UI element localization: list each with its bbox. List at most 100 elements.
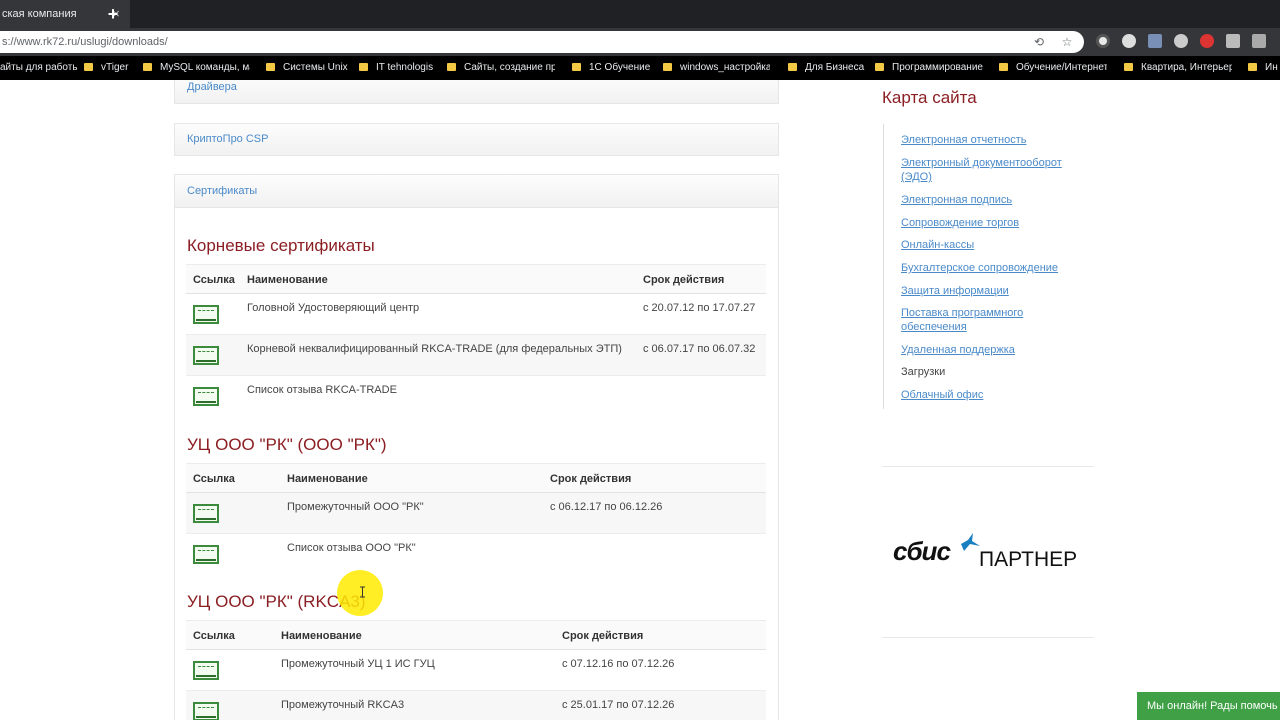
cert-name: Промежуточный RKCA3: [281, 699, 405, 711]
bookmark-item[interactable]: Обучение/Интернет: [999, 56, 1107, 80]
online-chat-button[interactable]: Мы онлайн! Рады помочь: [1137, 692, 1280, 720]
bookmark-item[interactable]: Ин: [1248, 56, 1280, 80]
sitemap-current-downloads: Загрузки: [901, 366, 946, 378]
rk-certificates-table: Ссылка Наименование Срок действия Промеж…: [186, 463, 766, 576]
url-text[interactable]: s://www.rk72.ru/uslugi/downloads/: [2, 31, 168, 53]
sidebar-divider: [882, 637, 1094, 638]
cert-name: Список отзыва RKCA-TRADE: [247, 384, 397, 396]
sbis-bird-icon: [961, 533, 980, 551]
bookmark-item[interactable]: Квартира, Интерьер: [1124, 56, 1232, 80]
bookmark-item[interactable]: Сайты, создание пр: [447, 56, 555, 80]
folder-icon: [788, 63, 797, 71]
column-header-validity: Срок действия: [562, 630, 644, 642]
bookmark-item[interactable]: IT tehnologis: [359, 56, 445, 80]
cert-validity: с 06.07.17 по 06.07.32: [643, 343, 756, 355]
column-header-name: Наименование: [247, 274, 328, 286]
table-header: Ссылка Наименование Срок действия: [186, 264, 766, 294]
certificate-icon[interactable]: [193, 387, 219, 406]
table-row: Промежуточный УЦ 1 ИС ГУЦ с 07.12.16 по …: [186, 650, 766, 691]
folder-icon: [663, 63, 672, 71]
accordion-certificates-title[interactable]: Сертификаты: [187, 185, 257, 197]
extension-icon[interactable]: [1252, 34, 1266, 48]
sbis-logo-partner: ПАРТНЕР: [979, 548, 1078, 571]
sitemap-link-accounting[interactable]: Бухгалтерское сопровождение: [901, 261, 1058, 275]
table-row: Список отзыва RKCA-TRADE: [186, 376, 766, 417]
extension-icon[interactable]: [1174, 34, 1188, 48]
browser-tab-bar: ская компания × +: [0, 0, 1280, 28]
column-header-name: Наименование: [287, 473, 368, 485]
cert-name: Промежуточный ООО "РК": [287, 501, 424, 513]
bookmark-item[interactable]: vTiger: [84, 56, 144, 80]
bookmark-item[interactable]: Для Бизнеса: [788, 56, 872, 80]
sitemap-link-e-signature[interactable]: Электронная подпись: [901, 193, 1012, 207]
bookmark-item[interactable]: айты для работы: [0, 56, 78, 80]
cert-validity: с 06.12.17 по 06.12.26: [550, 501, 663, 513]
section-heading-rk: УЦ ООО "РК" (ООО "РК"): [187, 435, 387, 454]
certificate-icon[interactable]: [193, 702, 219, 720]
extension-icon[interactable]: [1200, 34, 1214, 48]
section-heading-root: Корневые сертификаты: [187, 236, 375, 255]
accordion-certificates[interactable]: Сертификаты: [174, 174, 779, 208]
accordion-drivers-title[interactable]: Драйвера: [187, 81, 237, 93]
certificate-icon[interactable]: [193, 545, 219, 564]
column-header-validity: Срок действия: [643, 274, 725, 286]
new-tab-button[interactable]: +: [101, 3, 125, 25]
address-bar[interactable]: s://www.rk72.ru/uslugi/downloads/ ⟲ ☆: [0, 31, 1084, 53]
cert-name: Корневой неквалифицированный RKCA-TRADE …: [247, 343, 622, 355]
sitemap-link-e-reporting[interactable]: Электронная отчетность: [901, 133, 1026, 147]
sitemap-nav: Электронная отчетность Электронный докум…: [883, 124, 1093, 409]
sbis-partner-logo[interactable]: сбис ПАРТНЕР: [893, 532, 1093, 580]
sidebar-divider: [882, 466, 1094, 467]
extension-icon[interactable]: [1096, 34, 1110, 48]
sitemap-link-software[interactable]: Поставка программного обеспечения: [901, 306, 1051, 334]
bookmark-item[interactable]: Системы Unix: [266, 56, 356, 80]
cert-validity: с 20.07.12 по 17.07.27: [643, 302, 756, 314]
table-row: Промежуточный RKCA3 с 25.01.17 по 07.12.…: [186, 691, 766, 720]
folder-icon: [143, 63, 152, 71]
sitemap-link-remote-support[interactable]: Удаленная поддержка: [901, 343, 1015, 357]
bookmark-item[interactable]: 1С Обучение: [572, 56, 662, 80]
bookmark-item[interactable]: Программирование: [875, 56, 995, 80]
cert-name: Промежуточный УЦ 1 ИС ГУЦ: [281, 658, 435, 670]
table-header: Ссылка Наименование Срок действия: [186, 463, 766, 493]
sitemap-link-online-cash[interactable]: Онлайн-кассы: [901, 238, 974, 252]
folder-icon: [447, 63, 456, 71]
folder-icon: [266, 63, 275, 71]
sitemap-link-cloud-office[interactable]: Облачный офис: [901, 388, 983, 402]
sbis-logo-word: сбис: [893, 536, 951, 566]
table-header: Ссылка Наименование Срок действия: [186, 620, 766, 650]
certificate-icon[interactable]: [193, 504, 219, 523]
extension-icon[interactable]: [1122, 34, 1136, 48]
certificate-icon[interactable]: [193, 661, 219, 680]
certificate-icon[interactable]: [193, 346, 219, 365]
translate-icon[interactable]: ⟲: [1030, 33, 1048, 51]
table-row: Корневой неквалифицированный RKCA-TRADE …: [186, 335, 766, 376]
bookmark-item[interactable]: windows_настройка,: [663, 56, 770, 80]
star-icon[interactable]: ☆: [1058, 33, 1076, 51]
accordion-drivers[interactable]: Драйвера: [174, 80, 779, 104]
folder-icon: [84, 63, 93, 71]
certificate-icon[interactable]: [193, 305, 219, 324]
cert-validity: с 25.01.17 по 07.12.26: [562, 699, 675, 711]
accordion-cryptopro-title[interactable]: КриптоПро CSP: [187, 133, 268, 145]
page-content: Драйвера КриптоПро CSP Сертификаты Корне…: [0, 80, 1280, 720]
extension-icon[interactable]: [1148, 34, 1162, 48]
table-row: Головной Удостоверяющий центр с 20.07.12…: [186, 294, 766, 335]
folder-icon: [572, 63, 581, 71]
table-row: Список отзыва ООО "РК": [186, 534, 766, 575]
cert-validity: с 07.12.16 по 07.12.26: [562, 658, 675, 670]
folder-icon: [1248, 63, 1257, 71]
sitemap-link-edo[interactable]: Электронный документооборот (ЭДО): [901, 156, 1081, 184]
rkca3-certificates-table: Ссылка Наименование Срок действия Промеж…: [186, 620, 766, 720]
folder-icon: [1124, 63, 1133, 71]
extension-icon[interactable]: [1226, 34, 1240, 48]
column-header-link: Ссылка: [193, 274, 235, 286]
sitemap-link-tenders[interactable]: Сопровождение торгов: [901, 216, 1019, 230]
bookmark-item[interactable]: MySQL команды, ма: [143, 56, 250, 80]
sitemap-link-security[interactable]: Защита информации: [901, 284, 1009, 298]
column-header-validity: Срок действия: [550, 473, 632, 485]
text-cursor-icon: [360, 586, 365, 598]
folder-icon: [875, 63, 884, 71]
table-row: Промежуточный ООО "РК" с 06.12.17 по 06.…: [186, 493, 766, 534]
accordion-cryptopro[interactable]: КриптоПро CSP: [174, 123, 779, 156]
